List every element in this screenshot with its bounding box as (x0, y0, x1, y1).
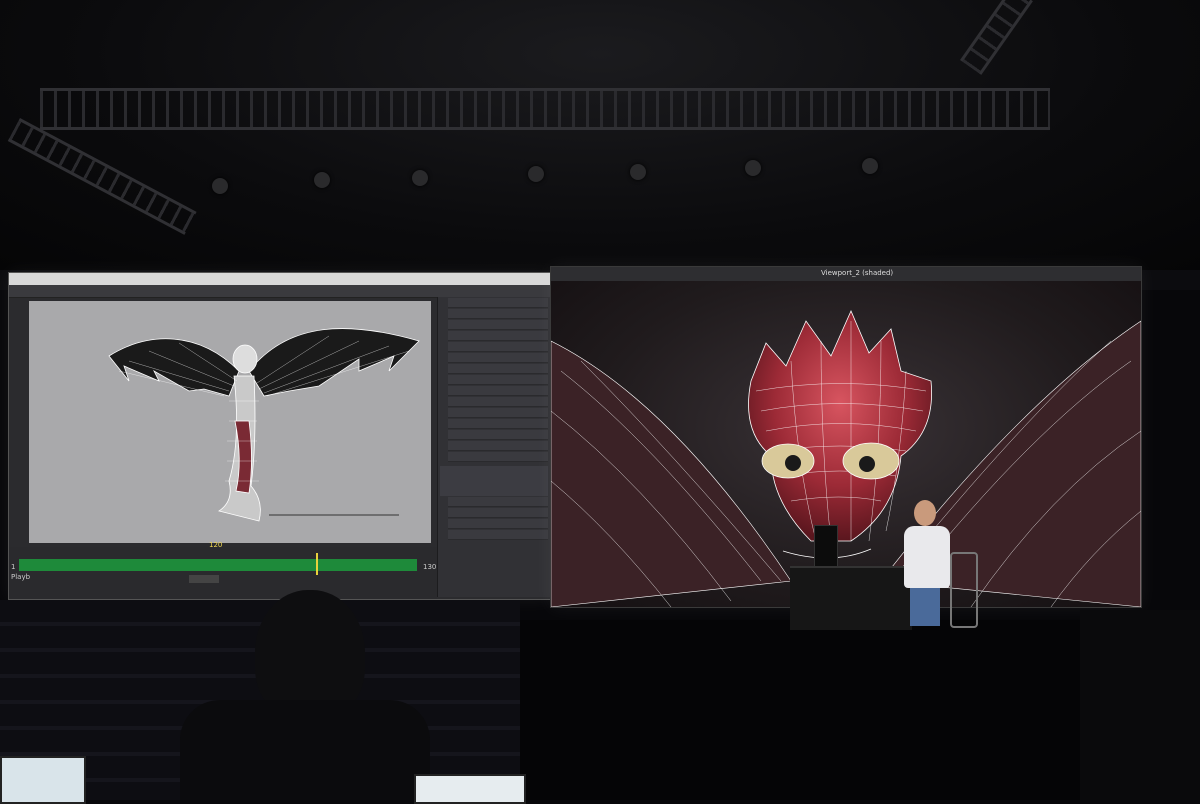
attribute-row[interactable] (448, 452, 548, 462)
presenter-legs (910, 588, 940, 626)
ceiling-truss (40, 88, 1050, 130)
attribute-row[interactable] (448, 375, 548, 385)
right-projection-screen: Viewport_2 (shaded) (550, 266, 1142, 608)
layer-row[interactable] (448, 508, 548, 518)
audience-member-body (180, 700, 430, 800)
stage-light (412, 170, 428, 186)
monitor (814, 525, 838, 567)
timeline-playhead[interactable] (316, 553, 318, 575)
audience-laptop (0, 756, 86, 804)
attribute-row[interactable] (448, 419, 548, 429)
viewport-title: Viewport_2 (shaded) (821, 269, 894, 277)
stage-light (630, 164, 646, 180)
left-projection-screen: 120 130 1 Playb (8, 272, 552, 600)
attribute-row[interactable] (448, 430, 548, 440)
current-frame-label: 120 (209, 541, 223, 549)
end-frame-label: 130 (423, 563, 437, 571)
dragon-head-render (551, 310, 1141, 607)
timeline-range-slider[interactable] (19, 559, 417, 571)
stage-light (745, 160, 761, 176)
attribute-row[interactable] (448, 353, 548, 363)
layer-row[interactable] (448, 497, 548, 507)
attribute-row[interactable] (448, 309, 548, 319)
attribute-row[interactable] (448, 342, 548, 352)
attribute-row[interactable] (448, 441, 548, 451)
layer-editor-header (440, 466, 548, 496)
start-frame-label: 1 (11, 563, 16, 571)
stage-light (314, 172, 330, 188)
chair (950, 552, 978, 628)
stage-light (862, 158, 878, 174)
playback-label: Playb (11, 573, 31, 581)
dragon-wireframe (108, 328, 420, 522)
layer-row[interactable] (448, 530, 548, 540)
attribute-row[interactable] (448, 397, 548, 407)
3d-viewport (29, 301, 431, 543)
attribute-row[interactable] (448, 386, 548, 396)
presenter-shirt (904, 526, 950, 588)
play-controls[interactable] (189, 575, 219, 583)
attribute-row[interactable] (448, 331, 548, 341)
presenter-head (914, 500, 936, 526)
layer-row[interactable] (448, 519, 548, 529)
presenter-desk (790, 566, 912, 630)
dragon-closeup-viewport (551, 281, 1141, 607)
attribute-row[interactable] (448, 408, 548, 418)
stage-light (528, 166, 544, 182)
stage-floor (500, 620, 1080, 800)
attribute-row[interactable] (448, 364, 548, 374)
channel-box-panel (437, 297, 550, 597)
audience-right (1080, 610, 1200, 800)
timeline[interactable] (9, 547, 437, 599)
attribute-row[interactable] (448, 320, 548, 330)
viewport-header: Viewport_2 (shaded) (551, 267, 1141, 282)
attribute-row[interactable] (448, 298, 548, 308)
app-menu-bar (9, 273, 551, 285)
stage-light (212, 178, 228, 194)
